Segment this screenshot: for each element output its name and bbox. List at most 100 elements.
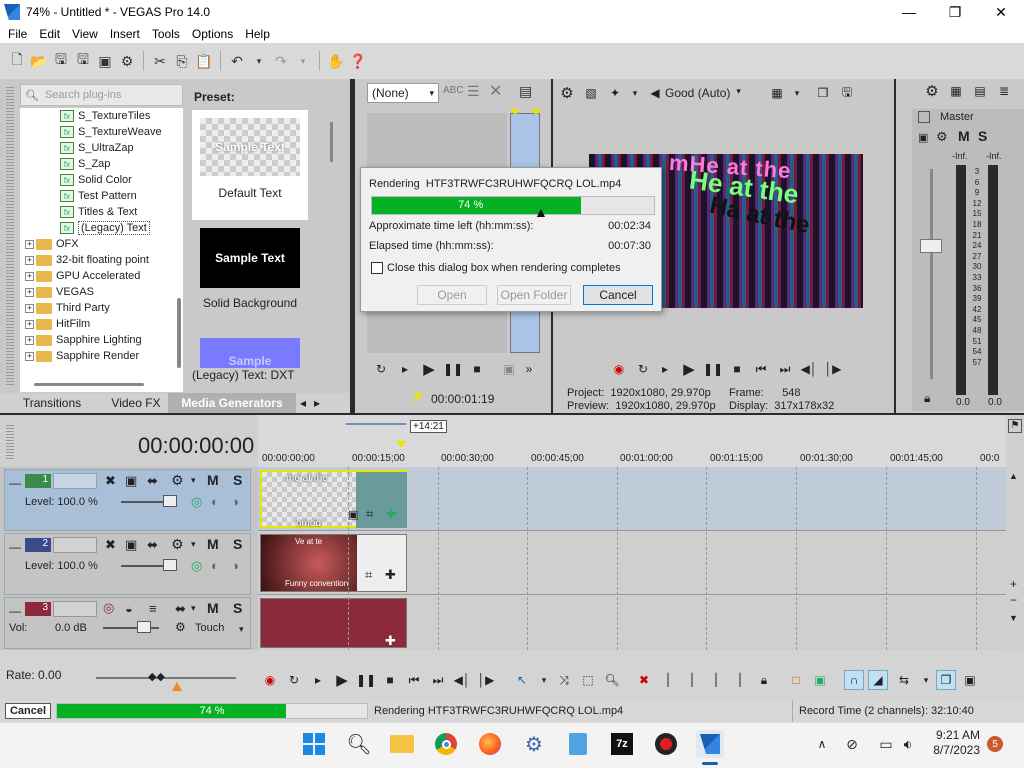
open-button[interactable]: Open [417,285,487,305]
track-name-field[interactable] [53,601,97,617]
properties-icon[interactable]: ⚙ [118,52,136,70]
zoom-in-icon[interactable]: + [1010,577,1017,591]
chevron-down-icon[interactable]: ▾ [536,672,552,688]
track-fx-icon[interactable]: ⬌ [147,537,158,553]
master-mute-button[interactable]: M [958,128,970,144]
composite-child-icon[interactable]: ◐ [211,558,219,573]
delete-icon[interactable]: ✖ [636,672,652,688]
play-from-start-icon[interactable]: ▸ [397,361,413,377]
preset-solid-background[interactable]: Sample Text Solid Background [192,224,308,318]
tree-folder[interactable]: + GPU Accelerated [20,268,183,284]
insert-region-icon[interactable]: ▣ [812,672,828,688]
file-explorer-icon[interactable] [388,730,416,758]
preview-quality-select[interactable]: Good (Auto) ▾ [665,86,741,100]
level-slider-thumb[interactable] [163,495,177,507]
clock[interactable]: 9:21 AM 8/7/2023 [928,728,980,758]
compositing-mode-icon[interactable]: ⚙ [171,536,184,553]
mute-button[interactable]: M [207,600,219,616]
tree-folder[interactable]: + VEGAS [20,284,183,300]
lock-icon[interactable]: 🔒︎ [756,672,772,688]
loop-icon[interactable]: ↻ [373,361,389,377]
zoom-out-icon[interactable]: − [1010,593,1017,607]
notification-badge[interactable]: 5 [987,736,1003,752]
undo-icon[interactable]: ↶ [228,52,246,70]
add-to-timeline-icon[interactable]: ▣ [501,361,517,377]
master-fx-chain-icon[interactable]: ⚙ [936,129,948,145]
help-icon[interactable]: ❓ [349,52,367,70]
settings-icon[interactable]: ⚙ [520,730,548,758]
record-icon[interactable]: ◉ [262,672,278,688]
automation-mode[interactable]: Touch [195,622,224,634]
track-motion-icon[interactable]: ▣ [125,537,137,553]
track-fx-icon[interactable]: ⬌ [147,473,158,489]
composite-parent-icon[interactable]: ◑ [231,558,239,573]
external-monitor-icon[interactable]: ▧ [583,85,599,101]
expand-icon[interactable]: + [25,335,34,345]
selection-tool-icon[interactable]: ⬚ [580,672,596,688]
play-from-start-icon[interactable]: ▸ [657,361,673,377]
event-fx-chain-icon[interactable]: ✚ [385,567,396,583]
overlays-dropdown-icon[interactable]: ▾ [789,85,805,101]
expand-icon[interactable]: + [25,255,34,265]
7zip-icon[interactable]: 7z [608,730,636,758]
paste-icon[interactable]: 📋 [195,52,213,70]
bypass-motion-blur-icon[interactable]: ✖ [105,473,116,489]
firefox-icon[interactable] [476,730,504,758]
plugin-search-input[interactable]: 🔍︎ Search plug-ins [20,84,183,106]
arm-record-icon[interactable]: ◎ [103,600,114,616]
menu-edit[interactable]: Edit [33,27,66,41]
tree-folder[interactable]: + Sapphire Render [20,348,183,364]
copy-icon[interactable]: ⎘ [173,52,191,70]
menu-tools[interactable]: Tools [146,27,186,41]
tab-scroll-right-icon[interactable]: ▸ [310,393,324,413]
undo-dropdown-icon[interactable]: ▾ [250,52,268,70]
trim-end-icon[interactable]: ┃ [708,672,724,688]
track-name-field[interactable] [53,473,97,489]
preset-thumbnail[interactable]: Sample [200,338,300,368]
chevron-down-icon[interactable]: ▾ [191,603,196,614]
tree-folder[interactable]: +32-bit floating point [20,252,183,268]
tree-item[interactable]: fx Solid Color [60,172,183,188]
level-slider-thumb[interactable] [163,559,177,571]
plugin-manager-icon[interactable]: ✋ [327,52,345,70]
tree-vscrollbar[interactable] [177,298,181,368]
chrome-icon[interactable] [432,730,460,758]
minimize-icon[interactable]: — [886,0,932,24]
track-header-2[interactable]: — 2 ✖ ▣ ⬌ ⚙ ▾ M S Level: 100.0 % ◎ ◐ ◑ [4,533,251,595]
loop-region-bar[interactable] [346,423,406,425]
play-icon[interactable]: ▶ [334,672,350,689]
chevron-down-icon[interactable]: ▾ [191,539,196,550]
master-solo-button[interactable]: S [978,128,987,144]
collapse-track-icon[interactable]: — [9,540,21,554]
save-icon[interactable]: 🖫 [52,51,70,70]
rate-slider[interactable] [96,677,236,679]
audio-clip[interactable]: ✚ [260,598,407,648]
tree-folder[interactable]: + Third Party [20,300,183,316]
ripple-edit-icon[interactable]: ⇆ [896,672,912,688]
stop-icon[interactable]: ■ [382,672,398,688]
overlays-icon[interactable]: ▦ [769,85,785,101]
chevron-up-icon[interactable]: ∧ [808,730,836,758]
new-icon[interactable]: 🗋 [8,51,26,70]
split-icon[interactable]: ┃ [732,672,748,688]
clear-icon[interactable]: ✕ [489,81,502,101]
tree-folder[interactable]: + Sapphire Lighting [20,332,183,348]
tree-item[interactable]: fx Titles & Text [60,204,183,220]
go-to-start-icon[interactable]: ⏮︎ [753,361,769,377]
track-header-3[interactable]: — 3 ◎ ◒ ≡ ⬌ ▾ M S Vol: 0.0 dB ⚙ Touch ▾ [4,597,251,649]
track-fx-chain-icon[interactable]: ◎ [191,558,202,574]
loop-icon[interactable]: ↻ [286,672,302,688]
tree-item[interactable]: fx S_Zap [60,156,183,172]
previous-frame-icon[interactable]: ◀│ [454,672,471,688]
ignore-grouping-icon[interactable]: ▣ [962,672,978,688]
cut-icon[interactable]: ✂ [151,52,169,70]
trimmer-options-icon[interactable]: ▤ [519,83,532,100]
track-header-1[interactable]: — 1 ✖ ▣ ⬌ ⚙ ▾ M S Level: 100.0 % ◎ ◐ ◑ [4,469,251,531]
volume-slider-thumb[interactable] [137,621,151,633]
auto-crossfade-icon[interactable]: ◢ [868,670,888,690]
start-icon[interactable] [300,730,328,758]
chevron-down-icon[interactable]: ▾ [239,624,244,635]
menu-help[interactable]: Help [239,27,276,41]
chevron-down-icon[interactable]: ▾ [918,672,934,688]
in-marker-icon[interactable] [510,109,520,115]
